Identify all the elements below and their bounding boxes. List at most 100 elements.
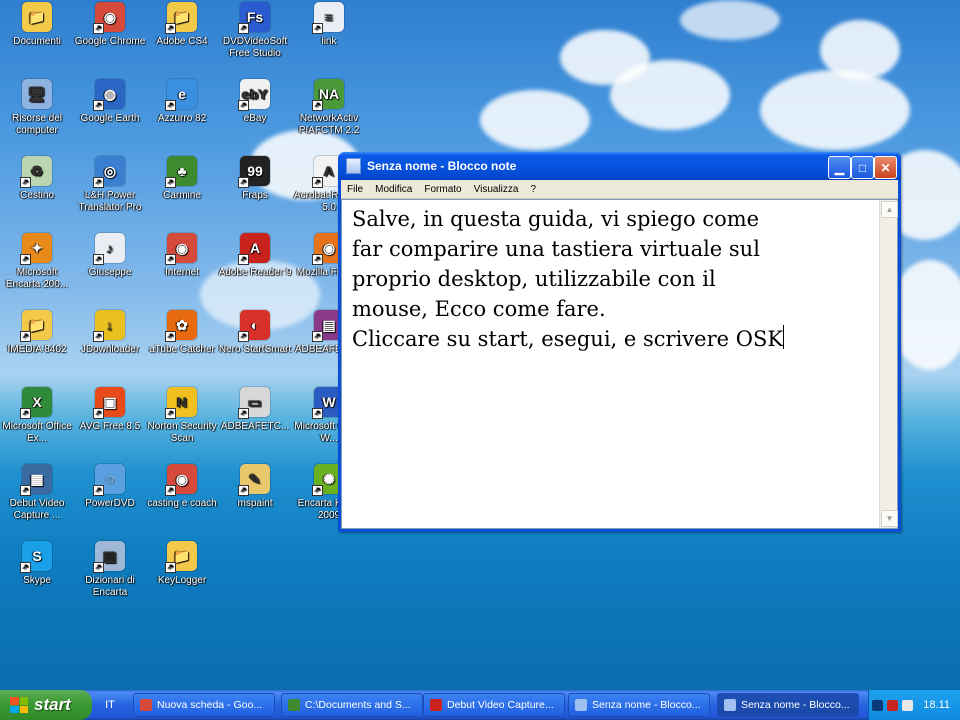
desktop-icon[interactable]: ✎ ↗ mspaint xyxy=(218,464,292,510)
desktop-icon[interactable]: ◉ ↗ casting e coach xyxy=(145,464,219,510)
skype-icon: S ↗ xyxy=(20,541,52,573)
desktop-icon[interactable]: ✿ ↗ aTube Catcher xyxy=(145,310,219,356)
shortcut-arrow-icon: ↗ xyxy=(238,485,249,496)
task-label: Senza nome - Blocco... xyxy=(741,699,850,711)
folder-icon: 📁 ↗ xyxy=(165,2,197,34)
menu-bar: File Modifica Formato Visualizza ? xyxy=(341,180,898,199)
window-title: Senza nome - Blocco note xyxy=(367,159,517,173)
desktop-icon[interactable]: ♪ ↗ Giuseppe xyxy=(73,233,147,279)
desktop-icon-label: AVG Free 8.5 xyxy=(79,421,141,432)
taskbar-task-button[interactable]: Senza nome - Blocco... xyxy=(717,693,859,717)
desktop-icon-label: Azzurro 82 xyxy=(157,113,207,124)
tray-network-icon[interactable] xyxy=(872,699,884,711)
close-button[interactable]: ✕ xyxy=(874,156,897,179)
minimize-button[interactable]: ▁ xyxy=(828,156,851,179)
taskbar-task-button[interactable]: Senza nome - Blocco... xyxy=(568,693,710,717)
desktop-icon[interactable]: ◉ ↗ Internet xyxy=(145,233,219,279)
desktop-icon-label: NetworkActiv PIAFCTM 2.2 xyxy=(298,113,360,136)
chrome-icon: ◉ ↗ xyxy=(93,2,125,34)
task-app-icon xyxy=(140,699,152,711)
globe-icon: ◎ ↗ xyxy=(93,156,125,188)
desktop-icon[interactable]: ◐ ↗ Nero StartSmart xyxy=(218,310,292,356)
dvdvideosoft-icon: Fs ↗ xyxy=(238,2,270,34)
menu-formato[interactable]: Formato xyxy=(418,184,467,195)
notepad-window[interactable]: Senza nome - Blocco note ▁ □ ✕ File Modi… xyxy=(338,152,901,532)
taskbar-task-button[interactable]: Debut Video Capture... xyxy=(423,693,565,717)
desktop-icon[interactable]: e ↗ Azzurro 82 xyxy=(145,79,219,125)
desktop-icon[interactable]: ≡ ↗ link xyxy=(292,2,366,48)
desktop-icon-label: Risorse del computer xyxy=(11,113,63,136)
desktop-icon[interactable]: ◍ ↗ Google Earth xyxy=(73,79,147,125)
desktop-icon[interactable]: 📁 ↗ Adobe CS4 xyxy=(145,2,219,48)
desktop-icon[interactable]: 📁 Documenti xyxy=(0,2,74,48)
desktop-icon[interactable]: 99 ↗ Fraps xyxy=(218,156,292,202)
desktop-icon-label: Debut Video Capture ... xyxy=(9,498,65,521)
desktop-icon[interactable]: ebY ↗ eBay xyxy=(218,79,292,125)
scroll-up-icon[interactable]: ▲ xyxy=(881,201,898,218)
jdownloader-icon: ↓ ↗ xyxy=(93,310,125,342)
menu-visualizza[interactable]: Visualizza xyxy=(468,184,525,195)
editor-content[interactable]: Salve, in questa guida, vi spiego come f… xyxy=(352,204,871,354)
desktop-icon[interactable]: ↓ ↗ JDownloader xyxy=(73,310,147,356)
maximize-button[interactable]: □ xyxy=(851,156,874,179)
desktop-icon[interactable]: ▥ ↗ Dizionari di Encarta xyxy=(73,541,147,599)
shortcut-arrow-icon: ↗ xyxy=(93,254,104,265)
text-cursor xyxy=(783,325,785,349)
scroll-down-icon[interactable]: ▼ xyxy=(881,510,898,527)
desktop-icon-label: casting e coach xyxy=(147,498,217,509)
shortcut-arrow-icon: ↗ xyxy=(312,23,323,34)
text-editor[interactable]: Salve, in questa guida, vi spiego come f… xyxy=(341,199,898,529)
desktop-icon-label: PowerDVD xyxy=(85,498,135,509)
desktop-icon[interactable]: X ↗ Microsoft Office Ex... xyxy=(0,387,74,445)
desktop-icon-label: Adobe CS4 xyxy=(156,36,208,47)
windows-logo-icon xyxy=(10,697,28,713)
task-label: Senza nome - Blocco... xyxy=(592,699,701,711)
tray-debut-icon[interactable] xyxy=(887,699,899,711)
nero-icon: ◐ ↗ xyxy=(238,310,270,342)
clock[interactable]: 18.11 xyxy=(923,699,950,711)
desktop-icon-label: Carmine xyxy=(163,190,201,201)
desktop-icon[interactable]: N ↗ Norton Security Scan xyxy=(145,387,219,445)
vertical-scrollbar[interactable]: ▲ ▼ xyxy=(879,200,898,528)
shortcut-arrow-icon: ↗ xyxy=(238,177,249,188)
desktop-icon[interactable]: ♣ ↗ Carmine xyxy=(145,156,219,202)
desktop-icon[interactable]: ◉ ↗ Google Chrome xyxy=(73,2,147,48)
shortcut-arrow-icon: ↗ xyxy=(93,177,104,188)
desktop-icon[interactable]: ♻ ↗ Cestino xyxy=(0,156,74,202)
atube-icon: ✿ ↗ xyxy=(165,310,197,342)
desktop-icon[interactable]: ▣ ↗ AVG Free 8.5 xyxy=(73,387,147,433)
desktop-icon[interactable]: 📁 ↗ IMEDIA 8402 xyxy=(0,310,74,356)
desktop-icon-label: DVDVideoSoft Free Studio xyxy=(222,36,288,59)
desktop-icon[interactable]: Fs ↗ DVDVideoSoft Free Studio xyxy=(218,2,292,60)
task-label: Nuova scheda - Goo... xyxy=(157,699,263,711)
menu-file[interactable]: File xyxy=(341,184,369,195)
desktop-icon-label: Google Chrome xyxy=(74,36,146,47)
desktop-icon[interactable]: ◌ ↗ PowerDVD xyxy=(73,464,147,510)
powerdvd-icon: ◌ ↗ xyxy=(93,464,125,496)
desktop-icon[interactable]: ▭ ↗ ADBEAFETC... xyxy=(218,387,292,433)
desktop-icon[interactable]: ✦ ↗ Microsoft Encarta 200... xyxy=(0,233,74,291)
desktop-icon[interactable]: 📁 ↗ KeyLogger xyxy=(145,541,219,587)
shortcut-arrow-icon: ↗ xyxy=(165,408,176,419)
taskbar-task-button[interactable]: C:\Documents and S... xyxy=(281,693,423,717)
shortcut-arrow-icon: ↗ xyxy=(312,177,323,188)
language-indicator[interactable]: IT xyxy=(96,690,124,720)
taskbar-task-button[interactable]: Nuova scheda - Goo... xyxy=(133,693,275,717)
desktop-icon[interactable]: NA ↗ NetworkActiv PIAFCTM 2.2 xyxy=(292,79,366,137)
desktop-icon[interactable]: 🖥 Risorse del computer xyxy=(0,79,74,137)
desktop-icon[interactable]: ▦ ↗ Debut Video Capture ... xyxy=(0,464,74,522)
menu-modifica[interactable]: Modifica xyxy=(369,184,418,195)
shortcut-arrow-icon: ↗ xyxy=(93,408,104,419)
start-button[interactable]: start xyxy=(0,690,92,720)
tray-volume-icon[interactable] xyxy=(902,699,914,711)
title-bar[interactable]: Senza nome - Blocco note ▁ □ ✕ xyxy=(338,152,901,180)
desktop-icon[interactable]: S ↗ Skype xyxy=(0,541,74,587)
desktop-icon[interactable]: ◎ ↗ L&H Power Translator Pro xyxy=(73,156,147,214)
chrome-icon: ◉ ↗ xyxy=(165,233,197,265)
desktop-icon[interactable]: A ↗ Adobe Reader 9 xyxy=(218,233,292,279)
desktop-icon-label: IMEDIA 8402 xyxy=(7,344,67,355)
desktop-icon-label: Norton Security Scan xyxy=(147,421,217,444)
task-app-icon xyxy=(430,699,442,711)
menu-help[interactable]: ? xyxy=(524,184,542,195)
task-app-icon xyxy=(575,699,587,711)
